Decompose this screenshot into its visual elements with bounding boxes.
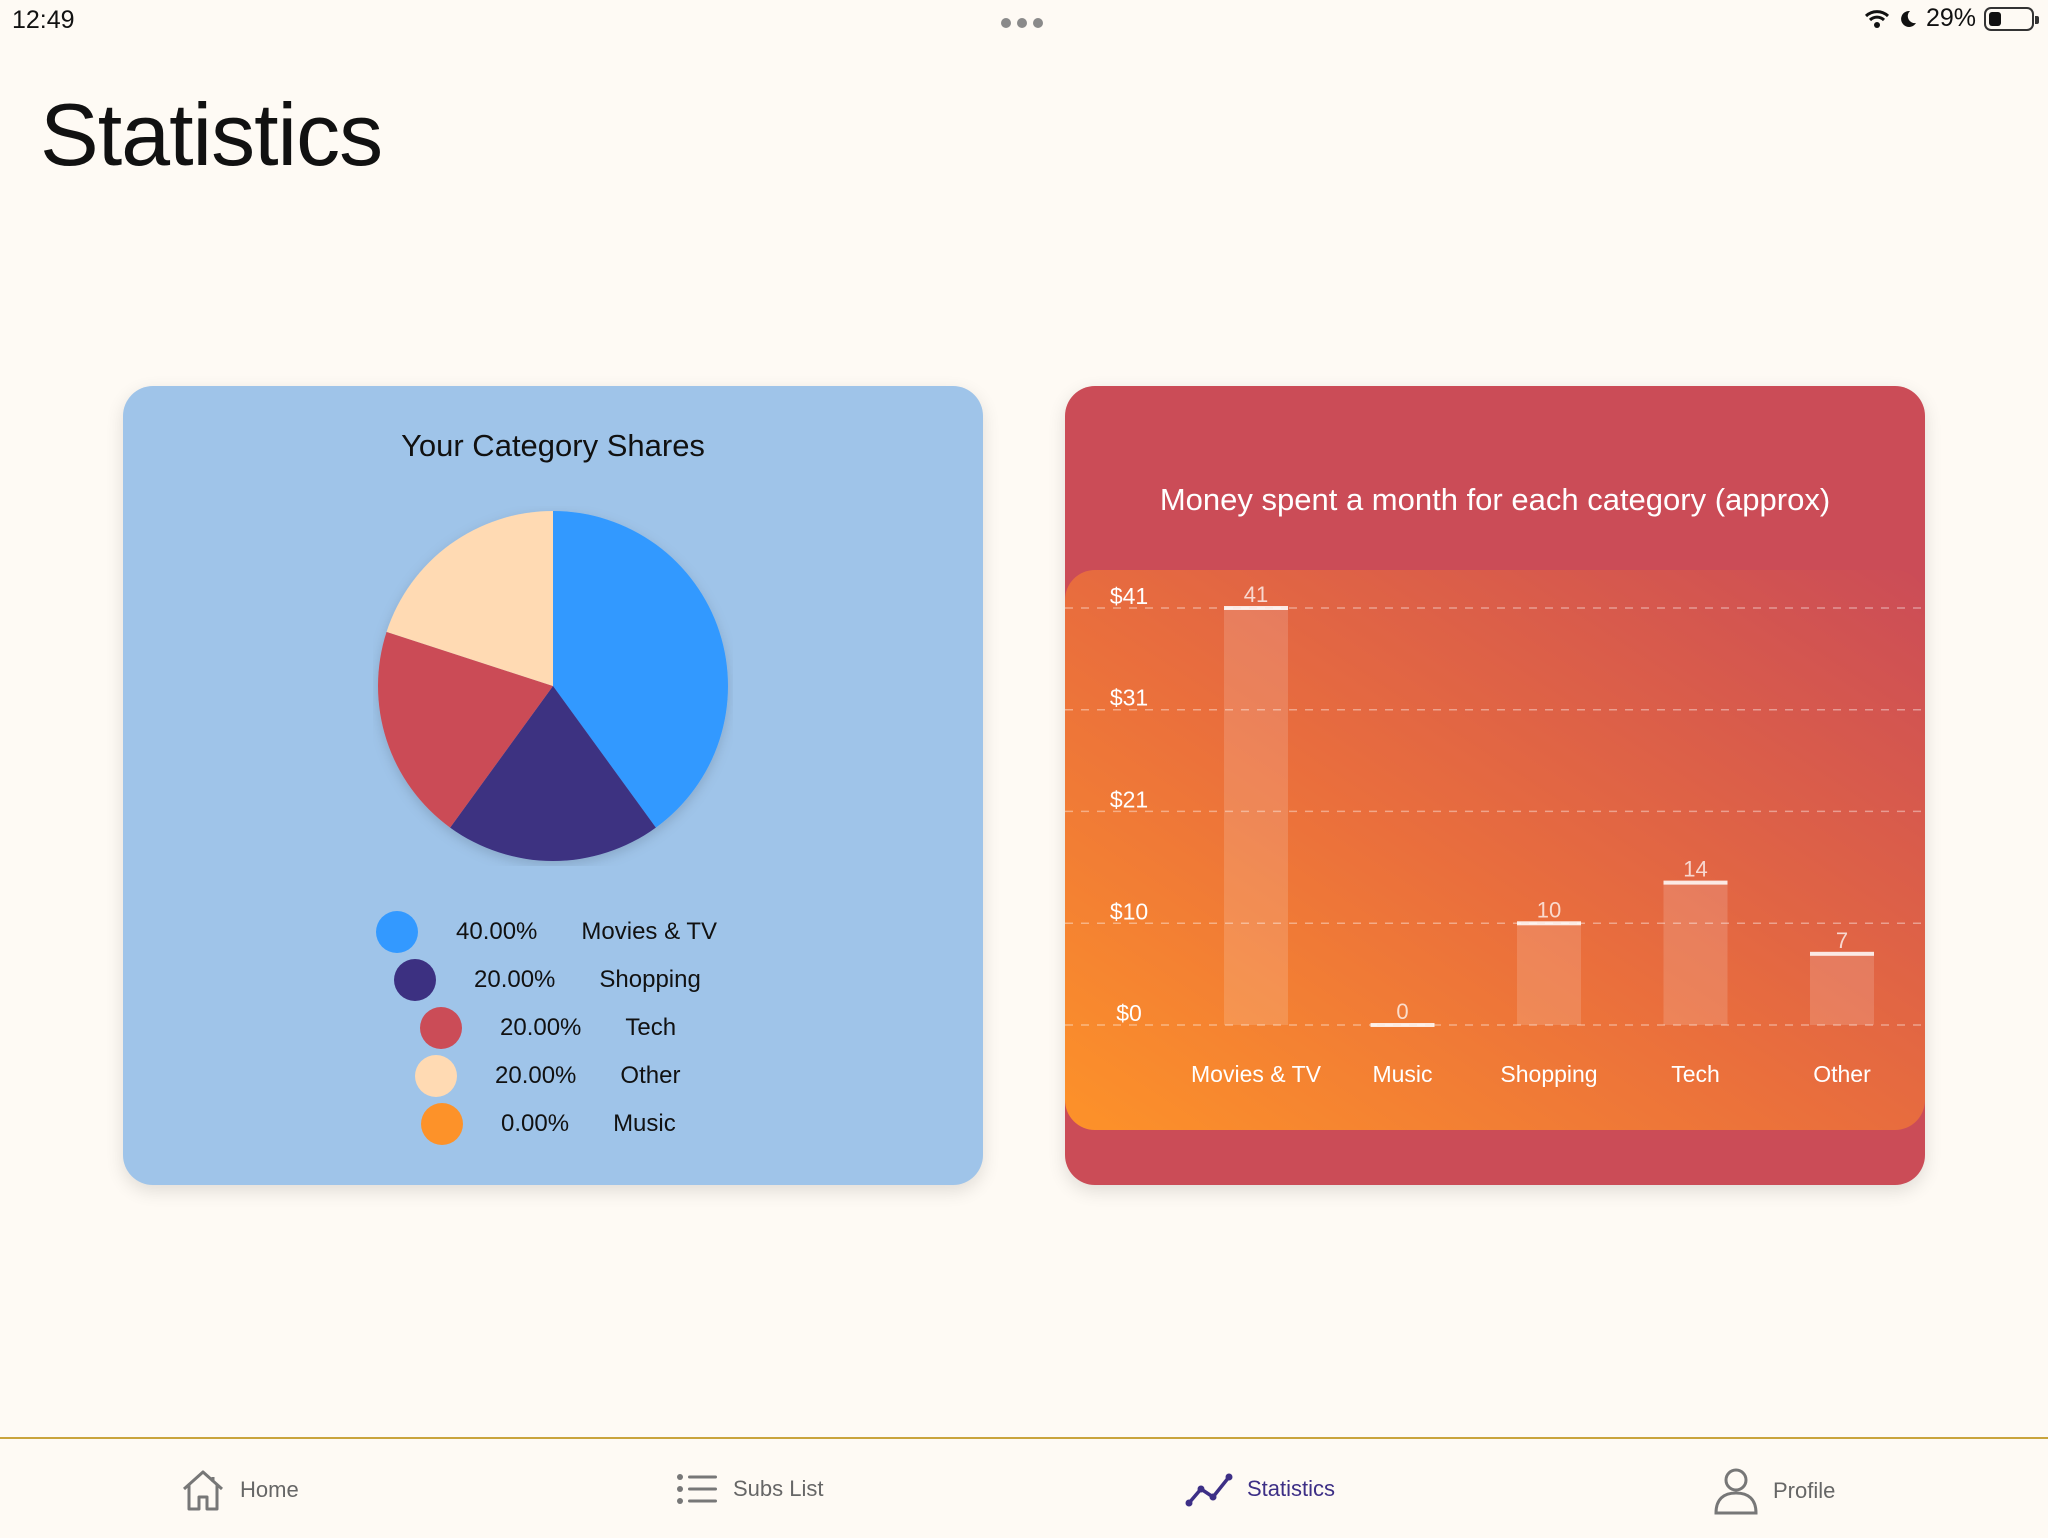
x-tick-label: Music <box>1372 1061 1432 1087</box>
legend-color-dot <box>420 1007 462 1049</box>
legend-label: Movies & TV <box>581 918 718 945</box>
x-tick-label: Other <box>1813 1061 1871 1087</box>
tab-label: Profile <box>1773 1478 1836 1503</box>
pie-chart-title: Your Category Shares <box>401 428 705 463</box>
home-icon <box>182 1470 224 1511</box>
tab-statistics[interactable]: Statistics <box>1185 1467 1335 1511</box>
legend-percent: 20.00% <box>500 1014 582 1041</box>
y-tick-label: $10 <box>1110 898 1148 924</box>
tab-subs-list[interactable]: Subs List <box>675 1467 824 1511</box>
person-icon <box>1714 1468 1758 1515</box>
tab-home[interactable]: Home <box>180 1467 299 1513</box>
bar <box>1663 882 1728 1025</box>
battery-percent: 29% <box>1925 4 1976 32</box>
x-tick-label: Shopping <box>1500 1061 1597 1087</box>
page-title: Statistics <box>40 85 383 184</box>
legend-label: Music <box>613 1110 676 1137</box>
legend-color-dot <box>376 911 418 953</box>
monthly-spend-card: Money spent a month for each category (a… <box>1065 386 1925 1185</box>
tab-label: Home <box>240 1477 299 1502</box>
legend-percent: 20.00% <box>474 966 556 993</box>
legend-percent: 40.00% <box>456 918 538 945</box>
tab-bar: Home Subs List Statistics Profile <box>0 1437 2048 1538</box>
bar <box>1517 923 1581 1025</box>
x-tick-label: Tech <box>1671 1061 1720 1087</box>
bar-chart-title: Money spent a month for each category (a… <box>1159 482 1831 517</box>
y-tick-label: $31 <box>1110 685 1148 711</box>
multitasking-dots-icon[interactable] <box>1001 18 1043 28</box>
wifi-icon <box>1864 9 1889 28</box>
bar-chart: $0 $10 $21 $31 $41 41 Movies & TV 0 Music 10 Shopp… <box>1065 582 1925 1087</box>
x-tick-label: Movies & TV <box>1191 1061 1322 1087</box>
y-tick-label: $41 <box>1110 583 1148 609</box>
bar-value-label: 14 <box>1683 857 1707 882</box>
pie-slices <box>378 511 728 861</box>
status-time: 12:49 <box>12 6 75 34</box>
bar-value-label: 0 <box>1396 999 1408 1024</box>
bar-chart-area: $0 $10 $21 $31 $41 41 Movies & TV 0 Music 10 Shopp… <box>1065 570 1925 1130</box>
battery-icon <box>1984 6 2039 31</box>
legend-item: 20.00% Shopping <box>394 956 701 1004</box>
bar-value-label: 41 <box>1244 582 1268 607</box>
legend-percent: 20.00% <box>495 1062 577 1089</box>
y-tick-label: $21 <box>1110 786 1148 812</box>
legend-label: Tech <box>625 1014 677 1041</box>
bar <box>1224 608 1288 1025</box>
legend-color-dot <box>394 959 436 1001</box>
legend-label: Other <box>620 1062 681 1089</box>
moon-icon <box>1901 10 1916 27</box>
legend-color-dot <box>421 1103 463 1145</box>
legend-item: 40.00% Movies & TV <box>376 908 717 956</box>
bar <box>1810 953 1874 1025</box>
bar-value-label: 10 <box>1537 897 1561 922</box>
category-shares-card: Your Category Shares 40.00% Movies & TV … <box>123 386 983 1185</box>
legend-item: 20.00% Other <box>415 1052 680 1100</box>
bar-value-label: 7 <box>1836 928 1848 953</box>
legend-color-dot <box>415 1055 457 1097</box>
pie-chart <box>378 511 728 861</box>
legend-label: Shopping <box>599 966 701 993</box>
chart-line-icon <box>1185 1473 1233 1507</box>
tab-label: Statistics <box>1247 1476 1336 1501</box>
y-tick-label: $0 <box>1116 1000 1142 1026</box>
legend-percent: 0.00% <box>501 1110 570 1137</box>
tab-label: Subs List <box>733 1476 824 1501</box>
list-icon <box>677 1474 717 1504</box>
status-indicators: 29% <box>1864 4 2039 33</box>
tab-profile[interactable]: Profile <box>1713 1467 1835 1515</box>
legend-item: 20.00% Tech <box>420 1004 676 1052</box>
legend-item: 0.00% Music <box>421 1100 676 1148</box>
